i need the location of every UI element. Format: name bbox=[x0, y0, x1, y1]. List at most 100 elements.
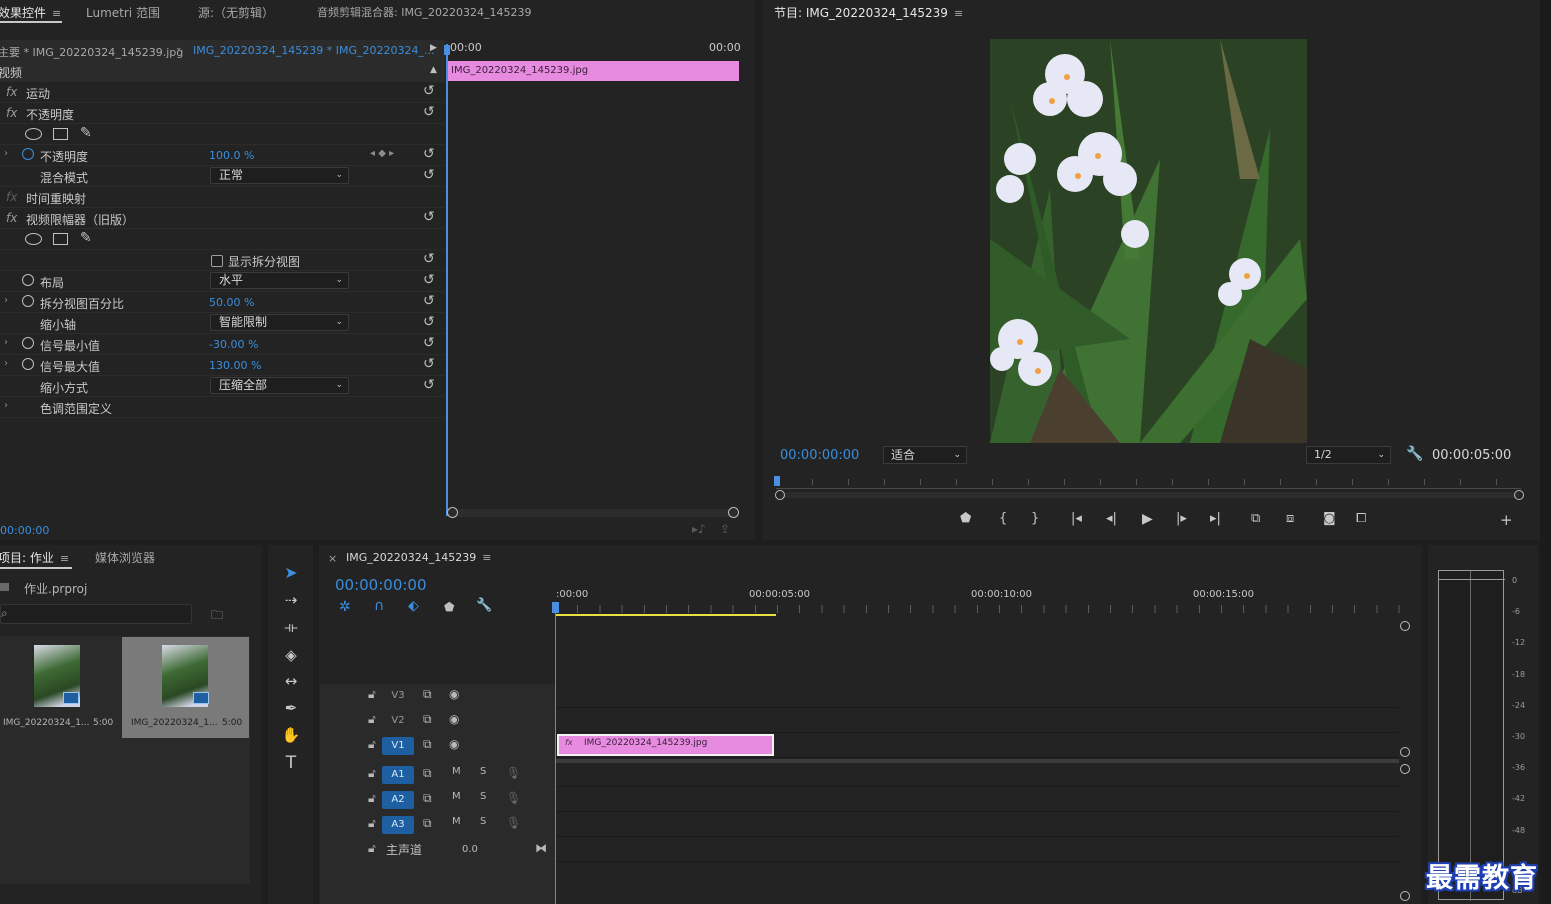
close-sequence-icon[interactable]: × bbox=[328, 552, 337, 565]
selection-tool-icon[interactable]: ➤ bbox=[278, 561, 304, 585]
sync-lock-icon[interactable]: ⧉ bbox=[423, 816, 432, 831]
eye-icon[interactable]: ◉ bbox=[449, 737, 459, 751]
sync-lock-icon[interactable]: ⧉ bbox=[423, 766, 432, 781]
ellipse-mask-icon[interactable] bbox=[25, 128, 42, 140]
microphone-icon[interactable]: 🎙︎ bbox=[506, 766, 521, 780]
timeline-playhead[interactable] bbox=[555, 604, 556, 904]
clip-fx-badge-icon[interactable]: fx bbox=[565, 738, 573, 747]
mark-out-icon[interactable]: } bbox=[1031, 511, 1039, 526]
track-target-v2[interactable]: V2 bbox=[382, 712, 414, 730]
track-lane-a1[interactable] bbox=[556, 763, 1399, 787]
play-right-icon[interactable]: ▶ bbox=[430, 43, 437, 53]
extract-icon[interactable]: ⧈ bbox=[1286, 511, 1294, 526]
scroll-handle-right[interactable] bbox=[1514, 490, 1524, 500]
add-button-icon[interactable]: + bbox=[1500, 511, 1513, 529]
scroll-handle-left[interactable] bbox=[447, 507, 458, 518]
track-lane-a2[interactable] bbox=[556, 788, 1399, 812]
eye-icon[interactable]: ◉ bbox=[449, 712, 459, 726]
master-volume-value[interactable]: 0.0 bbox=[462, 844, 478, 855]
timeline-clip-v1[interactable]: fx IMG_20220324_145239.jpg bbox=[557, 734, 774, 756]
microphone-icon[interactable]: 🎙︎ bbox=[506, 816, 521, 830]
reset-icon[interactable]: ↺ bbox=[423, 167, 435, 183]
program-scrubber[interactable] bbox=[776, 475, 1521, 489]
project-item[interactable]: IMG_20220324_1... 5:00 bbox=[0, 637, 120, 738]
reset-icon[interactable]: ↺ bbox=[423, 104, 435, 120]
track-target-a1[interactable]: A1 bbox=[382, 766, 414, 784]
snap-magnet-icon[interactable]: ∩ bbox=[374, 598, 384, 614]
go-to-in-icon[interactable]: |◂ bbox=[1071, 511, 1082, 526]
track-target-v3[interactable]: V3 bbox=[382, 687, 414, 705]
video-audio-divider[interactable] bbox=[556, 759, 1399, 763]
stopwatch-icon[interactable] bbox=[22, 358, 34, 370]
timeline-playhead-head[interactable] bbox=[552, 602, 559, 613]
chevron-down-icon[interactable]: ⌄ bbox=[175, 43, 183, 53]
keyframe-nav-icon[interactable]: ◂ ◆ ▸ bbox=[370, 148, 394, 159]
tab-lumetri-scopes[interactable]: Lumetri 范围 bbox=[86, 4, 160, 21]
fit-select[interactable]: 适合 ⌄ bbox=[883, 446, 967, 464]
timeline-ruler[interactable]: :00:00 00:00:05:00 00:00:10:00 00:00:15:… bbox=[555, 585, 1410, 615]
sequence-tab[interactable]: IMG_20220324_145239 ≡ bbox=[346, 551, 491, 564]
track-target-a2[interactable]: A2 bbox=[382, 791, 414, 809]
solo-button[interactable]: S bbox=[480, 766, 486, 777]
fx-motion-row[interactable]: fx 运动 ↺ bbox=[0, 82, 445, 103]
new-bin-icon[interactable]: 🗀 bbox=[211, 606, 223, 627]
tab-media-browser[interactable]: 媒体浏览器 bbox=[95, 549, 155, 566]
reset-icon[interactable]: ↺ bbox=[423, 314, 435, 330]
nest-icon[interactable]: ✲ bbox=[339, 599, 351, 615]
caret-up-icon[interactable]: ▲ bbox=[430, 65, 437, 75]
track-lane-master[interactable] bbox=[556, 838, 1399, 862]
program-zoom-bar[interactable] bbox=[780, 492, 1520, 498]
reset-icon[interactable]: ↺ bbox=[423, 209, 435, 225]
reduce-method-select[interactable]: 压缩全部 ⌄ bbox=[210, 377, 349, 394]
mute-button[interactable]: M bbox=[452, 791, 461, 802]
ec-timeline-ruler[interactable]: 00:00 00:00 bbox=[446, 40, 741, 60]
signal-min-value[interactable]: -30.00 % bbox=[209, 338, 258, 351]
panel-menu-icon[interactable]: ≡ bbox=[954, 7, 963, 20]
compare-view-icon[interactable]: ⧠ bbox=[1356, 511, 1366, 526]
rectangle-mask-icon[interactable] bbox=[53, 233, 68, 245]
blend-mode-select[interactable]: 正常 ⌄ bbox=[210, 167, 349, 184]
track-lane-v2[interactable] bbox=[556, 709, 1399, 733]
solo-button[interactable]: S bbox=[480, 791, 486, 802]
add-marker-icon[interactable]: ⬟ bbox=[960, 511, 971, 526]
pen-tool-icon[interactable]: ✒ bbox=[278, 696, 304, 720]
opacity-value[interactable]: 100.0 % bbox=[209, 149, 254, 162]
hand-tool-icon[interactable]: ✋ bbox=[278, 723, 304, 747]
add-marker-icon[interactable]: ⬟ bbox=[444, 600, 454, 614]
razor-tool-icon[interactable]: ◈ bbox=[278, 643, 304, 667]
expand-arrow-icon[interactable]: › bbox=[4, 148, 8, 159]
program-current-time[interactable]: 00:00:00:00 bbox=[780, 448, 859, 463]
sync-lock-icon[interactable]: ⧉ bbox=[423, 687, 432, 702]
ellipse-mask-icon[interactable] bbox=[25, 233, 42, 245]
tab-project[interactable]: 项目: 作业 ≡ bbox=[0, 549, 69, 566]
time-remap-row[interactable]: fx 时间重映射 bbox=[0, 187, 445, 208]
program-video-frame[interactable] bbox=[990, 39, 1307, 443]
scroll-handle-bottom[interactable] bbox=[1400, 891, 1410, 901]
sequence-clip-label[interactable]: IMG_20220324_145239 * IMG_20220324_... bbox=[193, 44, 434, 57]
stopwatch-icon[interactable] bbox=[22, 148, 34, 160]
scroll-handle-right[interactable] bbox=[728, 507, 739, 518]
type-tool-icon[interactable]: T bbox=[278, 751, 304, 775]
stopwatch-icon[interactable] bbox=[22, 274, 34, 286]
pen-mask-icon[interactable]: ✎ bbox=[80, 230, 92, 246]
ec-playhead-head[interactable] bbox=[444, 45, 450, 55]
export-icon[interactable]: ⇪ bbox=[720, 522, 730, 536]
project-item-selected[interactable]: IMG_20220324_1... 5:00 bbox=[122, 637, 249, 738]
step-back-icon[interactable]: ◂| bbox=[1106, 511, 1117, 526]
play-icon[interactable]: ▶ bbox=[1142, 511, 1153, 527]
track-lane-v3[interactable] bbox=[556, 684, 1399, 708]
sync-lock-icon[interactable]: ⧉ bbox=[423, 712, 432, 727]
program-monitor-title[interactable]: 节目: IMG_20220324_145239 ≡ bbox=[774, 4, 963, 21]
tab-source[interactable]: 源:（无剪辑） bbox=[198, 4, 274, 21]
lock-icon[interactable]: 🔓︎ bbox=[368, 737, 376, 752]
expand-arrow-icon[interactable]: › bbox=[4, 358, 8, 369]
video-limiter-row[interactable]: fx 视频限幅器（旧版） ↺ bbox=[0, 208, 445, 229]
panel-menu-icon[interactable]: ≡ bbox=[52, 7, 61, 20]
fx-badge-icon[interactable]: fx bbox=[6, 211, 17, 225]
ripple-edit-tool-icon[interactable]: ⟛ bbox=[278, 615, 304, 639]
track-target-v1[interactable]: V1 bbox=[382, 737, 414, 755]
panel-menu-icon[interactable]: ≡ bbox=[60, 552, 69, 565]
lock-icon[interactable]: 🔓︎ bbox=[368, 816, 376, 831]
reset-icon[interactable]: ↺ bbox=[423, 251, 435, 267]
go-to-out-icon[interactable]: ▸| bbox=[1210, 511, 1221, 526]
